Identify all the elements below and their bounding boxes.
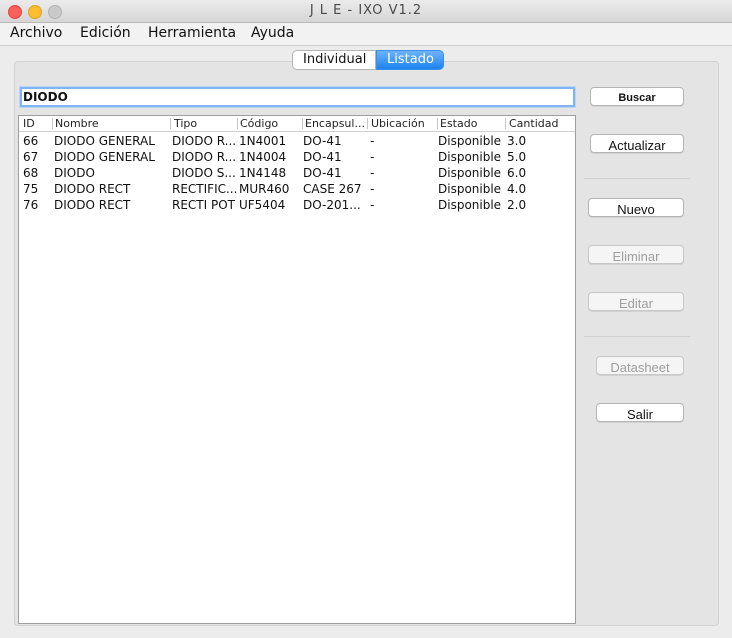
table-cell: DIODO RECT — [54, 198, 131, 212]
salir-button[interactable]: Salir — [596, 403, 684, 422]
table-cell: - — [370, 134, 375, 148]
title-bar: J L E - IXO V1.2 — [0, 0, 732, 23]
table-cell: 3.0 — [507, 134, 527, 148]
table-cell: DO-41 — [303, 134, 342, 148]
menu-edicion[interactable]: Edición — [80, 25, 131, 41]
divider — [584, 178, 690, 179]
menu-ayuda[interactable]: Ayuda — [251, 25, 294, 41]
tab-bar: Individual Listado — [292, 50, 444, 70]
table-row[interactable]: 67 DIODO GENERAL DIODO R... 1N4004 DO-41 - Dis… — [19, 149, 575, 165]
datasheet-button[interactable]: Datasheet — [596, 356, 684, 375]
table-cell: - — [370, 198, 375, 212]
actualizar-button[interactable]: Actualizar — [590, 134, 684, 153]
table-cell: - — [370, 150, 375, 164]
table-cell: RECTIFIC... — [172, 182, 237, 196]
column-header-ubicacion[interactable]: Ubicación — [371, 117, 437, 131]
eliminar-button[interactable]: Eliminar — [588, 245, 684, 264]
window-title: J L E - IXO V1.2 — [309, 3, 423, 18]
table-cell: DIODO RECT — [54, 182, 131, 196]
table-cell: Disponible — [438, 134, 502, 148]
column-header-cantidad[interactable]: Cantidad — [509, 117, 569, 131]
table-cell: 1N4148 — [239, 166, 287, 180]
divider — [584, 336, 690, 337]
table-cell: DO-201... — [303, 198, 361, 212]
table-cell: - — [370, 166, 375, 180]
table-row[interactable]: 66 DIODO GENERAL DIODO R... 1N4001 DO-41 - Dis… — [19, 133, 575, 149]
menu-herramienta[interactable]: Herramienta — [148, 25, 236, 41]
table-cell: 4.0 — [507, 182, 527, 196]
column-header-estado[interactable]: Estado — [440, 117, 506, 131]
table-header: ID Nombre Tipo Código Encapsul... Ubicac… — [19, 116, 575, 132]
table-cell: RECTI POT — [172, 198, 235, 212]
table-cell: DIODO GENERAL — [54, 150, 155, 164]
search-input[interactable]: DIODO — [20, 87, 575, 107]
table-cell: DIODO R... — [172, 150, 237, 164]
table-cell: DO-41 — [303, 166, 342, 180]
table-cell: Disponible — [438, 166, 502, 180]
column-header-id[interactable]: ID — [23, 117, 51, 131]
table-row[interactable]: 68 DIODO DIODO S... 1N4148 DO-41 - Disponible 6… — [19, 165, 575, 181]
column-header-nombre[interactable]: Nombre — [55, 117, 169, 131]
results-table[interactable]: ID Nombre Tipo Código Encapsul... Ubicac… — [18, 115, 576, 624]
buscar-button[interactable]: Buscar — [590, 87, 684, 106]
column-header-codigo[interactable]: Código — [240, 117, 302, 131]
table-cell: MUR460 — [239, 182, 290, 196]
menu-bar: Archivo Edición Herramienta Ayuda — [0, 23, 732, 46]
table-cell: UF5404 — [239, 198, 286, 212]
table-cell: 68 — [23, 166, 39, 180]
table-cell: 1N4004 — [239, 150, 287, 164]
table-row[interactable]: 75 DIODO RECT RECTIFIC... MUR460 CASE 267- Di… — [19, 181, 575, 197]
nuevo-button[interactable]: Nuevo — [588, 198, 684, 217]
table-cell: - — [370, 182, 375, 196]
table-cell: 75 — [23, 182, 39, 196]
table-cell: DIODO R... — [172, 134, 237, 148]
table-cell: CASE 267 — [303, 182, 362, 196]
table-cell: Disponible — [438, 198, 502, 212]
menu-archivo[interactable]: Archivo — [10, 25, 62, 41]
table-cell: 67 — [23, 150, 39, 164]
column-header-encapsulado[interactable]: Encapsul... — [305, 117, 367, 131]
table-cell: 6.0 — [507, 166, 527, 180]
editar-button[interactable]: Editar — [588, 292, 684, 311]
table-cell: 5.0 — [507, 150, 527, 164]
table-cell: 66 — [23, 134, 39, 148]
table-cell: 1N4001 — [239, 134, 287, 148]
table-cell: DIODO GENERAL — [54, 134, 155, 148]
table-cell: DIODO — [54, 166, 95, 180]
table-cell: DO-41 — [303, 150, 342, 164]
table-row[interactable]: 76 DIODO RECT RECTI POT UF5404 DO-201... - Dis… — [19, 197, 575, 213]
table-cell: 76 — [23, 198, 39, 212]
table-cell: Disponible — [438, 150, 502, 164]
table-cell: 2.0 — [507, 198, 527, 212]
tab-individual[interactable]: Individual — [292, 50, 376, 70]
table-cell: DIODO S... — [172, 166, 236, 180]
tab-listado[interactable]: Listado — [376, 50, 444, 70]
table-cell: Disponible — [438, 182, 502, 196]
column-header-tipo[interactable]: Tipo — [174, 117, 236, 131]
